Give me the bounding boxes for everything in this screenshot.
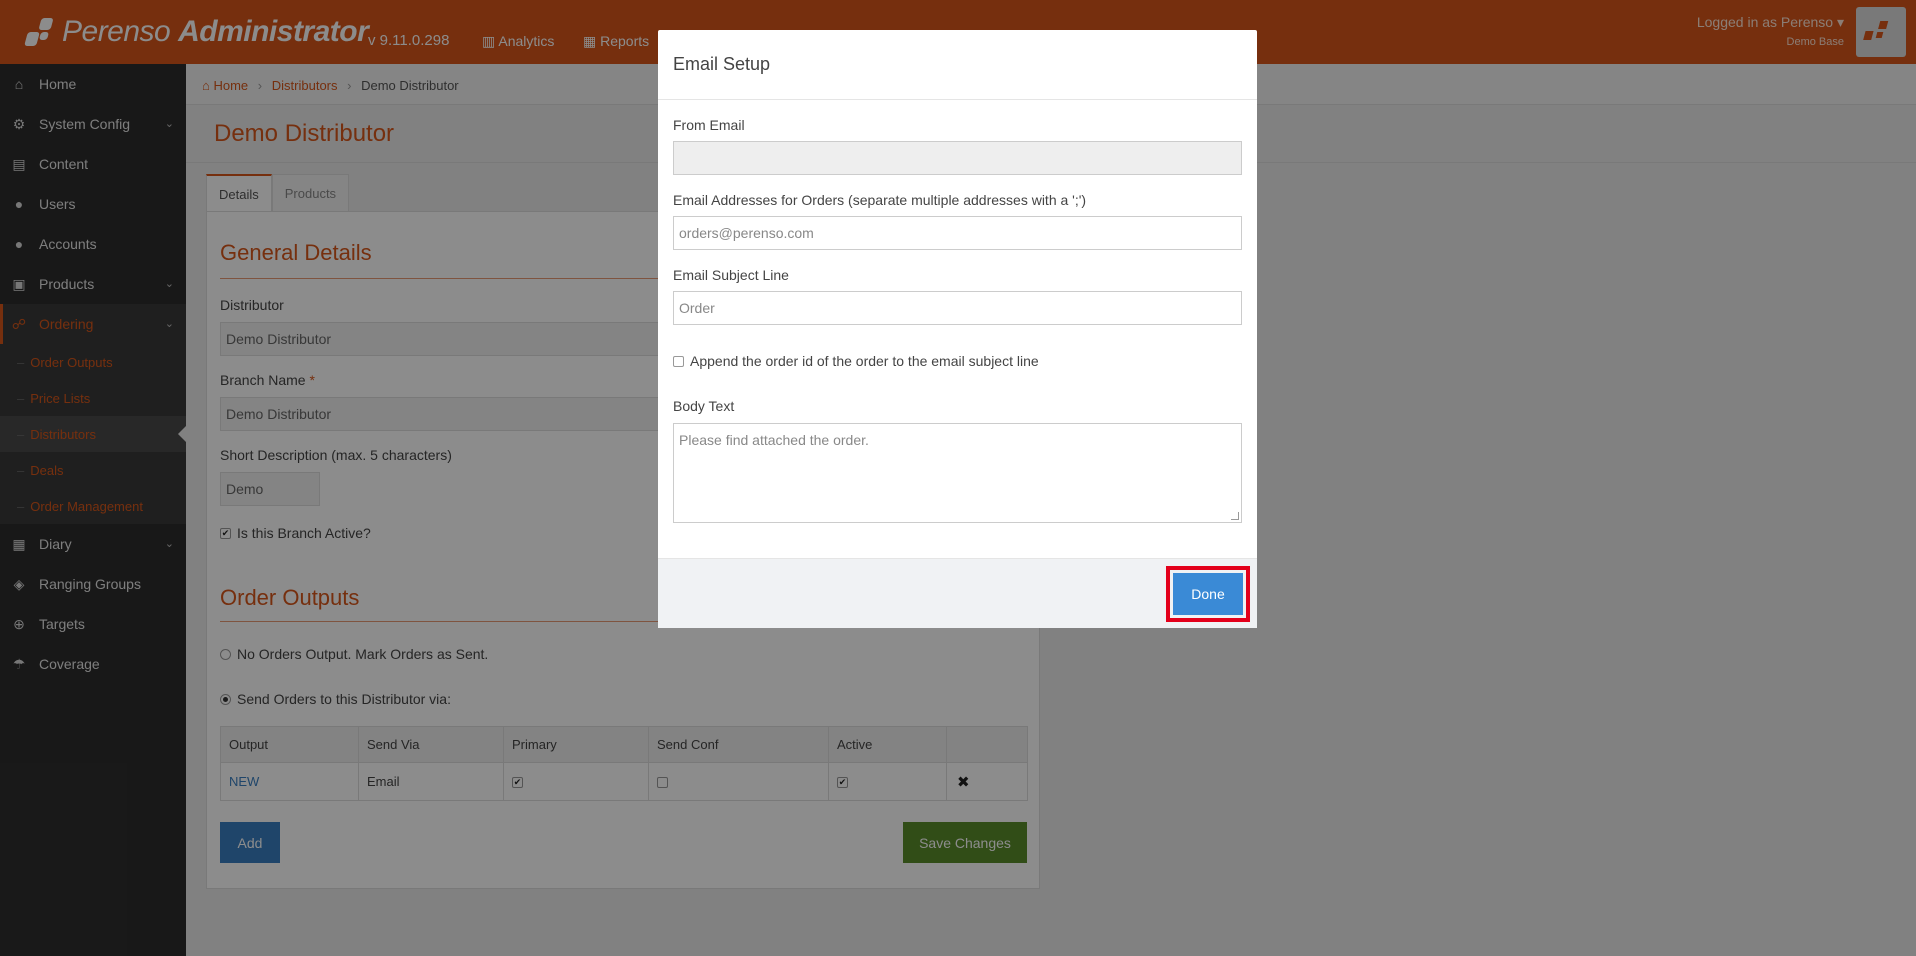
order-emails-input[interactable]: orders@perenso.com <box>673 216 1242 250</box>
from-email-input[interactable] <box>673 141 1242 175</box>
from-email-label: From Email <box>673 117 745 133</box>
body-text-label: Body Text <box>673 398 735 414</box>
body-text-value: Please find attached the order. <box>679 432 869 448</box>
modal-title: Email Setup <box>658 30 1257 100</box>
body-text-input[interactable]: Please find attached the order. <box>673 423 1242 523</box>
append-order-id-checkbox[interactable] <box>673 355 684 367</box>
modal-footer: Done <box>658 558 1257 628</box>
done-button[interactable]: Done <box>1173 573 1243 615</box>
append-order-id-option[interactable]: Append the order id of the order to the … <box>673 352 1039 369</box>
done-highlight: Done <box>1166 566 1250 622</box>
subject-line-input[interactable]: Order <box>673 291 1242 325</box>
subject-line-label: Email Subject Line <box>673 267 789 283</box>
order-emails-label: Email Addresses for Orders (separate mul… <box>673 192 1087 208</box>
append-order-id-label: Append the order id of the order to the … <box>690 353 1039 370</box>
email-setup-modal: Email Setup From Email Email Addresses f… <box>658 30 1257 628</box>
resize-handle[interactable] <box>1231 512 1239 520</box>
